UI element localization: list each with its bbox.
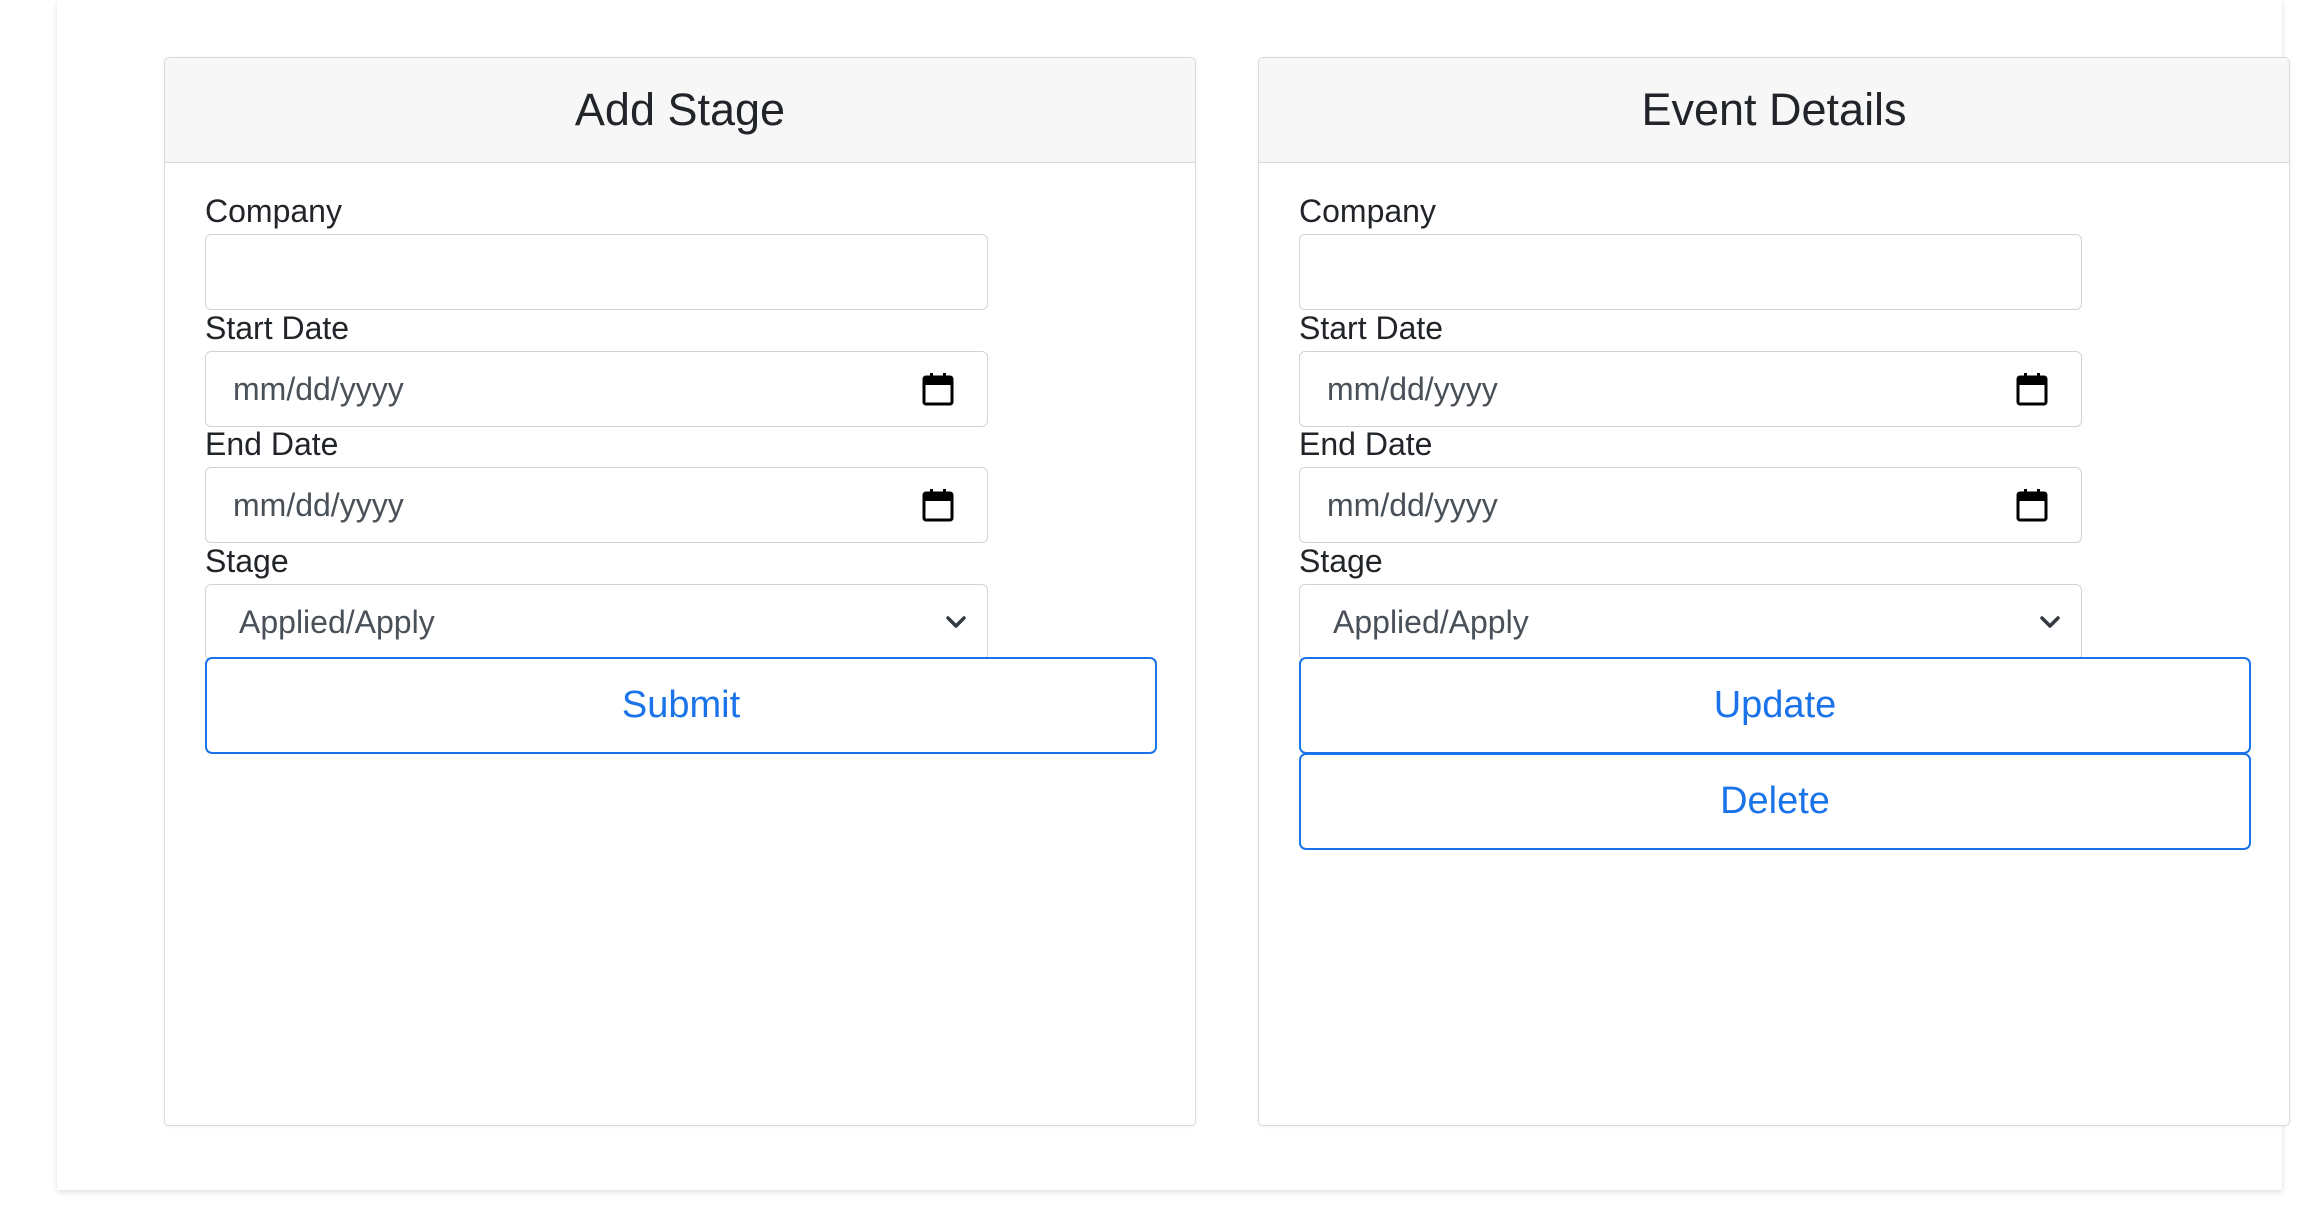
start-date-label: Start Date: [205, 310, 350, 346]
update-button[interactable]: Update: [1299, 657, 2251, 754]
delete-button[interactable]: Delete: [1299, 753, 2251, 850]
event-details-title: Event Details: [1259, 58, 2289, 163]
start-date-input[interactable]: mm/dd/yyyy: [205, 351, 988, 427]
company-label: Company: [205, 193, 342, 229]
start-date-label: Start Date: [1299, 310, 1444, 346]
stage-label: Stage: [205, 543, 289, 579]
submit-button[interactable]: Submit: [205, 657, 1157, 754]
end-date-placeholder: mm/dd/yyyy: [233, 486, 404, 523]
end-date-label: End Date: [205, 426, 339, 462]
company-input[interactable]: [205, 234, 988, 310]
stage-select[interactable]: Applied/Apply: [205, 584, 988, 660]
chevron-down-icon: [946, 616, 966, 628]
calendar-icon[interactable]: [2016, 488, 2048, 522]
event-details-card: Event Details Company Start Date mm/dd/y…: [1258, 57, 2290, 1126]
calendar-icon[interactable]: [922, 488, 954, 522]
add-stage-card: Add Stage Company Start Date mm/dd/yyyy …: [164, 57, 1196, 1126]
start-date-placeholder: mm/dd/yyyy: [233, 370, 404, 407]
chevron-down-icon: [2040, 616, 2060, 628]
start-date-input[interactable]: mm/dd/yyyy: [1299, 351, 2082, 427]
end-date-label: End Date: [1299, 426, 1433, 462]
calendar-icon[interactable]: [922, 372, 954, 406]
page-container: Add Stage Company Start Date mm/dd/yyyy …: [57, 0, 2290, 1190]
stage-select[interactable]: Applied/Apply: [1299, 584, 2082, 660]
end-date-input[interactable]: mm/dd/yyyy: [205, 467, 988, 543]
calendar-icon[interactable]: [2016, 372, 2048, 406]
end-date-placeholder: mm/dd/yyyy: [1327, 486, 1498, 523]
stage-label: Stage: [1299, 543, 1383, 579]
company-input[interactable]: [1299, 234, 2082, 310]
company-label: Company: [1299, 193, 1436, 229]
start-date-placeholder: mm/dd/yyyy: [1327, 370, 1498, 407]
add-stage-title: Add Stage: [165, 58, 1195, 163]
stage-select-value: Applied/Apply: [239, 603, 435, 640]
end-date-input[interactable]: mm/dd/yyyy: [1299, 467, 2082, 543]
stage-select-value: Applied/Apply: [1333, 603, 1529, 640]
